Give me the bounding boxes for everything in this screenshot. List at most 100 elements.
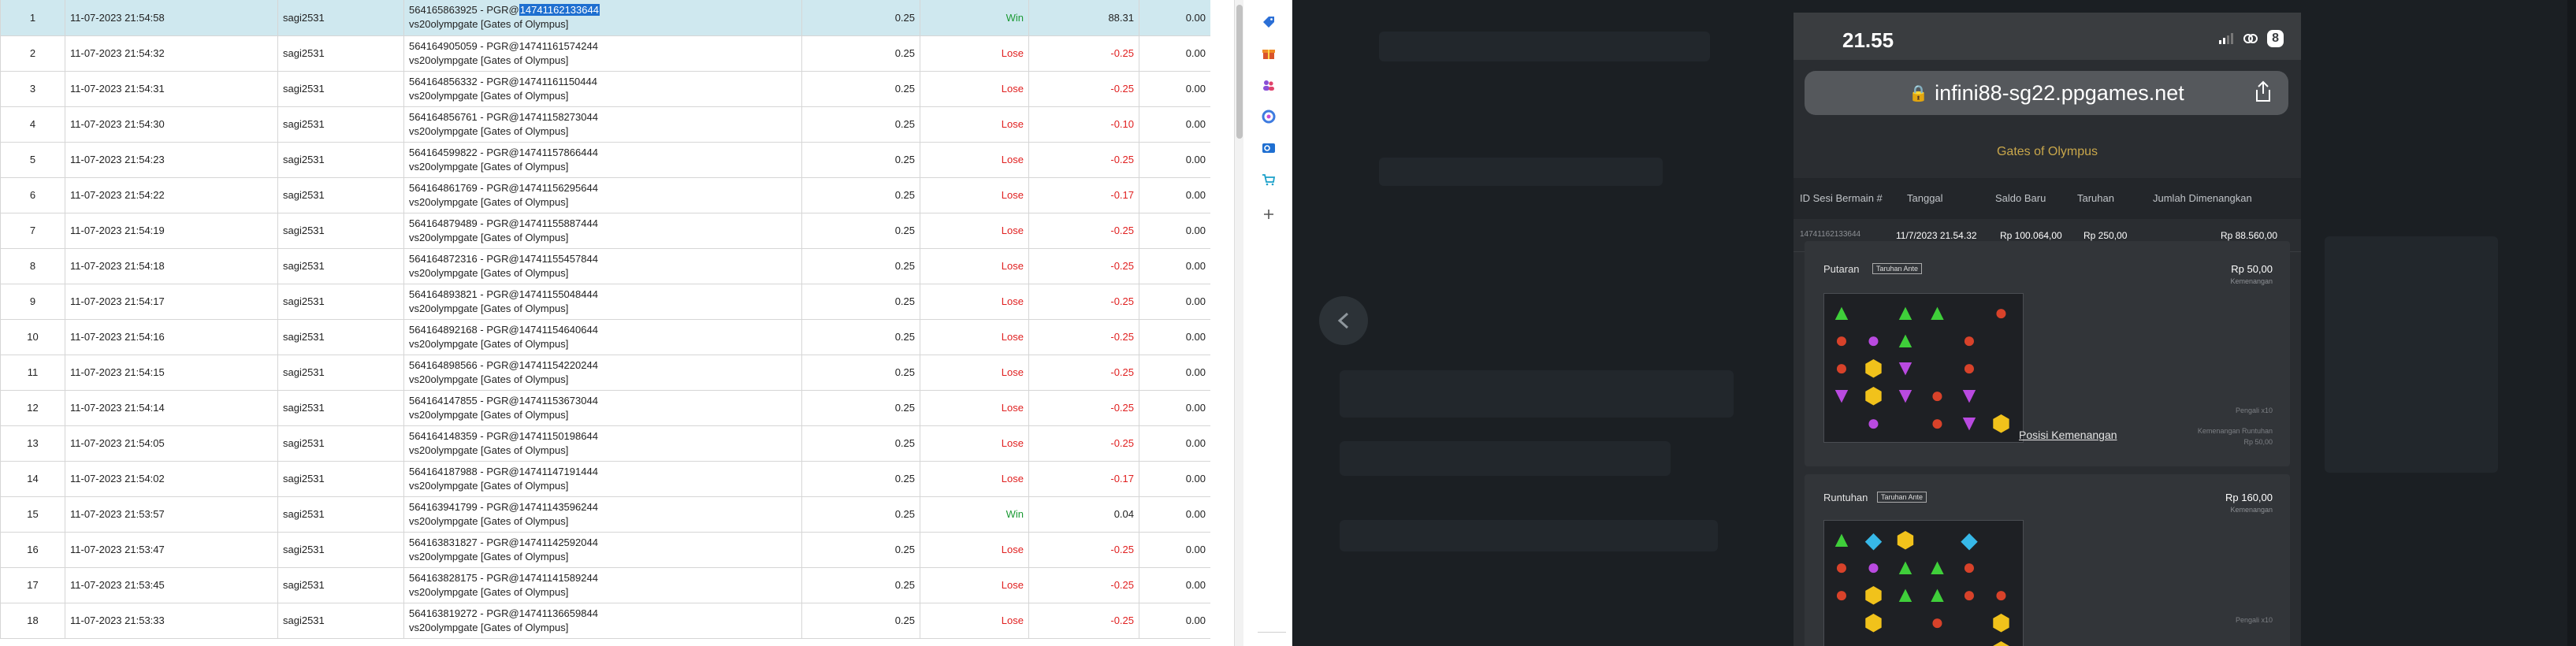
round-id: 564163828175 - PGR@14741141589244 — [409, 571, 797, 585]
row-round: 564164148359 - PGR@14741150198644 vs20oly… — [403, 425, 802, 462]
table-row[interactable]: 9 11-07-2023 21:54:17 sagi2531 564164893821… — [0, 283, 1210, 320]
row-user: sagi2531 — [277, 531, 404, 568]
share-icon[interactable] — [2254, 80, 2273, 108]
table-row[interactable]: 4 11-07-2023 21:54:30 sagi2531 564164856761… — [0, 106, 1210, 143]
row-time: 11-07-2023 21:54:02 — [65, 460, 278, 497]
game-title: Gates of Olympus — [1996, 145, 2098, 158]
header-session: ID Sesi Bermain # — [1800, 192, 1883, 204]
table-row[interactable]: 11 11-07-2023 21:54:15 sagi2531 56416489856… — [0, 354, 1210, 391]
row-user: sagi2531 — [277, 0, 404, 36]
row-number: 14 — [0, 460, 65, 497]
red-ring-icon: ● — [1962, 555, 1976, 579]
row-result: Lose — [920, 283, 1029, 320]
table-row[interactable]: 13 11-07-2023 21:54:05 sagi2531 56416414835… — [0, 425, 1210, 462]
row-profit: 88.31 — [1028, 0, 1139, 36]
table-row[interactable]: 10 11-07-2023 21:54:16 sagi2531 56416489216… — [0, 318, 1210, 355]
table-row[interactable]: 2 11-07-2023 21:54:32 sagi2531 564164905059… — [0, 35, 1210, 72]
round-id: 564164861769 - PGR@14741156295644 — [409, 181, 797, 195]
red-ring-icon: ● — [1834, 328, 1849, 352]
outlook-icon[interactable] — [1259, 139, 1278, 158]
row-round: 564164861769 - PGR@14741156295644 vs20oly… — [403, 176, 802, 213]
hotspot-icon — [2243, 34, 2258, 43]
table-row[interactable]: 14 11-07-2023 21:54:02 sagi2531 56416418798… — [0, 460, 1210, 497]
table-row[interactable]: 1 11-07-2023 21:54:58 sagi2531 564165863925… — [0, 0, 1210, 36]
header-bet: Taruhan — [2077, 192, 2114, 204]
round-id: 564164599822 - PGR@14741157866444 — [409, 146, 797, 160]
row-result: Lose — [920, 354, 1029, 391]
tumble-amount: Rp 160,00 — [2225, 492, 2273, 503]
row-number: 3 — [0, 70, 65, 107]
summary-header: ID Sesi Bermain # Tanggal Saldo Baru Tar… — [1794, 178, 2301, 219]
header-win-total: Jumlah Dimenangkan — [2153, 192, 2252, 204]
table-row[interactable]: 18 11-07-2023 21:53:33 sagi2531 56416381927… — [0, 602, 1210, 639]
round-id-text: 564163941799 - PGR@14741143596244 — [409, 500, 598, 513]
winning-positions-link[interactable]: Posisi Kemenangan — [2019, 429, 2117, 441]
game-name: vs20olympgate [Gates of Olympus] — [409, 337, 569, 350]
row-balance: 0.00 — [1139, 176, 1210, 213]
empty-cell: ● — [1925, 527, 1950, 552]
people-icon[interactable] — [1259, 76, 1278, 95]
scrollbar-thumb[interactable] — [1236, 5, 1243, 139]
round-id-text: 564164892168 - PGR@14741154640644 — [409, 323, 598, 336]
table-row[interactable]: 5 11-07-2023 21:54:23 sagi2531 564164599822… — [0, 141, 1210, 178]
dark-background: 21.55 8 🔒 infini88-sg22.ppgames.net Gate… — [1292, 0, 2576, 646]
red-ring-icon: ● — [1931, 383, 1944, 407]
table-row[interactable]: 12 11-07-2023 21:54:14 sagi2531 56416414785… — [0, 389, 1210, 426]
row-time: 11-07-2023 21:53:57 — [65, 496, 278, 533]
row-bet: 0.25 — [801, 247, 920, 284]
empty-cell: ● — [1861, 637, 1886, 646]
background-ghost-block — [1340, 520, 1718, 551]
table-row[interactable]: 8 11-07-2023 21:54:18 sagi2531 564164872316… — [0, 247, 1210, 284]
table-scrollbar[interactable] — [1234, 0, 1243, 646]
background-ghost-block — [2325, 236, 2498, 473]
summary-new-balance: Rp 100.064,00 — [2000, 230, 2062, 241]
row-result: Lose — [920, 460, 1029, 497]
row-profit: -0.25 — [1028, 141, 1139, 178]
back-arrow-button[interactable] — [1319, 296, 1368, 345]
row-balance: 0.00 — [1139, 425, 1210, 462]
empty-cell: ● — [1925, 328, 1950, 353]
row-round: 564163941799 - PGR@14741143596244 vs20oly… — [403, 496, 802, 533]
row-user: sagi2531 — [277, 106, 404, 143]
multiplier-label: Pengali x10 — [2235, 616, 2273, 624]
table-row[interactable]: 3 11-07-2023 21:54:31 sagi2531 564164856332… — [0, 70, 1210, 107]
round-id-text: 564164861769 - PGR@14741156295644 — [409, 181, 598, 194]
row-time: 11-07-2023 21:54:32 — [65, 35, 278, 72]
address-bar[interactable]: 🔒 infini88-sg22.ppgames.net — [1805, 71, 2288, 115]
round-id-selection[interactable]: 14741162133644 — [519, 4, 600, 17]
row-number: 18 — [0, 602, 65, 639]
purple-gem-icon: ▼ — [1831, 383, 1853, 407]
red-ring-icon: ● — [1834, 582, 1849, 607]
table-row[interactable]: 17 11-07-2023 21:53:45 sagi2531 56416382817… — [0, 566, 1210, 603]
url-text: infini88-sg22.ppgames.net — [1935, 80, 2184, 105]
row-user: sagi2531 — [277, 247, 404, 284]
row-number: 15 — [0, 496, 65, 533]
transaction-table-pane: 1 11-07-2023 21:54:58 sagi2531 564165863925… — [0, 0, 1210, 646]
table-row[interactable]: 16 11-07-2023 21:53:47 sagi2531 56416383182… — [0, 531, 1210, 568]
copilot-icon[interactable] — [1259, 107, 1278, 126]
row-bet: 0.25 — [801, 0, 920, 36]
shopping-cart-icon[interactable] — [1259, 170, 1278, 189]
table-row[interactable]: 15 11-07-2023 21:53:57 sagi2531 56416394179… — [0, 496, 1210, 533]
game-name: vs20olympgate [Gates of Olympus] — [409, 54, 569, 66]
table-row[interactable]: 7 11-07-2023 21:54:19 sagi2531 564164879489… — [0, 212, 1210, 249]
tag-icon[interactable] — [1259, 13, 1278, 32]
row-number: 11 — [0, 354, 65, 391]
page-scrollbar[interactable] — [2567, 0, 2576, 646]
lock-icon: 🔒 — [1909, 84, 1929, 102]
table-row[interactable]: 6 11-07-2023 21:54:22 sagi2531 564164861769… — [0, 176, 1210, 213]
tumble-panel: Runtuhan Taruhan Ante Rp 160,00 Kemenang… — [1805, 474, 2290, 646]
plus-icon[interactable] — [1259, 205, 1278, 224]
game-name: vs20olympgate [Gates of Olympus] — [409, 18, 569, 31]
row-user: sagi2531 — [277, 35, 404, 72]
row-user: sagi2531 — [277, 354, 404, 391]
row-bet: 0.25 — [801, 496, 920, 533]
yellow-gem-icon: ⬢ — [1991, 610, 2011, 635]
row-user: sagi2531 — [277, 283, 404, 320]
row-number: 9 — [0, 283, 65, 320]
game-name: vs20olympgate [Gates of Olympus] — [409, 444, 569, 456]
browser-sidebar — [1245, 0, 1292, 646]
gift-icon[interactable] — [1259, 44, 1278, 63]
row-user: sagi2531 — [277, 318, 404, 355]
row-bet: 0.25 — [801, 141, 920, 178]
